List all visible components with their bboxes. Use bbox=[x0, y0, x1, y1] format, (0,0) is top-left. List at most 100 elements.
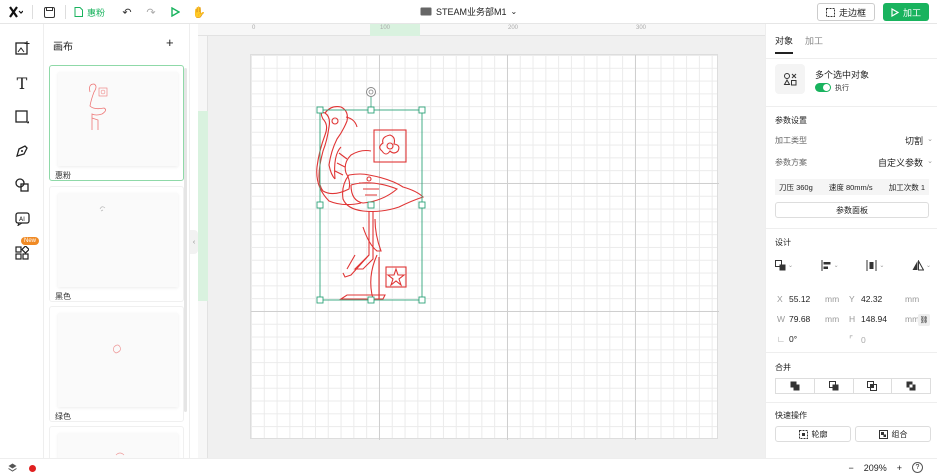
h-value[interactable]: 148.94 bbox=[861, 314, 905, 324]
resize-handle[interactable] bbox=[418, 201, 426, 209]
layers-stack-icon[interactable] bbox=[8, 463, 17, 474]
union-button[interactable] bbox=[775, 378, 815, 394]
param-panel-button[interactable]: 参数面板 bbox=[775, 202, 929, 218]
image-tool-icon[interactable] bbox=[13, 39, 31, 57]
param-scheme-select[interactable]: 自定义参数 bbox=[878, 156, 923, 169]
w-value[interactable]: 79.68 bbox=[789, 314, 825, 324]
distribute-dropdown[interactable]: ⌄ bbox=[866, 260, 884, 271]
save-icon[interactable] bbox=[41, 4, 57, 20]
tool-rail: T AI New bbox=[0, 24, 44, 458]
undo-icon[interactable]: ↶ bbox=[119, 4, 135, 20]
group-button[interactable]: 组合 bbox=[855, 426, 931, 442]
tab-process[interactable]: 加工 bbox=[805, 34, 823, 54]
y-field[interactable]: Y 42.32 mm bbox=[849, 294, 919, 304]
app-logo-icon[interactable] bbox=[8, 4, 24, 20]
resize-handle[interactable] bbox=[316, 296, 324, 304]
h-field[interactable]: H 148.94 mm bbox=[849, 314, 919, 324]
x-value[interactable]: 55.12 bbox=[789, 294, 825, 304]
resize-handle[interactable] bbox=[316, 106, 324, 114]
layer-thumb-1[interactable]: ••• 惠粉 bbox=[49, 65, 184, 181]
help-icon[interactable]: ? bbox=[912, 462, 923, 473]
design-layer bbox=[316, 87, 426, 304]
rotation-value[interactable]: 0° bbox=[789, 334, 825, 344]
resize-handle[interactable] bbox=[316, 201, 324, 209]
process-type-label: 加工类型 bbox=[775, 136, 807, 145]
horizontal-ruler: 0 100 200 300 bbox=[198, 24, 765, 36]
arrange-dropdown[interactable]: ⌄ bbox=[775, 260, 793, 271]
resize-handle[interactable] bbox=[418, 296, 426, 304]
resize-handle[interactable] bbox=[418, 106, 426, 114]
y-value[interactable]: 42.32 bbox=[861, 294, 905, 304]
elements-tool-icon[interactable] bbox=[13, 176, 31, 194]
union-icon bbox=[790, 381, 800, 391]
rotate-handle-icon[interactable] bbox=[366, 87, 376, 97]
param-summary: 刀压 360g 速度 80mm/s 加工次数 1 bbox=[775, 179, 929, 195]
zoom-in-icon[interactable]: + bbox=[897, 463, 902, 473]
execute-toggle[interactable] bbox=[815, 83, 831, 92]
layer-label-3: 绿色 bbox=[55, 412, 71, 421]
exclude-button[interactable] bbox=[892, 378, 931, 394]
layer-thumb-2[interactable]: 黑色 bbox=[49, 186, 184, 302]
collapse-panel-handle[interactable]: ‹ bbox=[190, 230, 198, 254]
merge-buttons bbox=[775, 378, 931, 394]
ruler-tick: 100 bbox=[380, 25, 391, 31]
intersect-button[interactable] bbox=[853, 378, 893, 394]
w-field[interactable]: W 79.68 mm bbox=[777, 314, 839, 324]
lock-ratio-icon[interactable]: ⛓ bbox=[918, 314, 930, 326]
artboard[interactable] bbox=[250, 54, 719, 440]
merge-section-title: 合并 bbox=[775, 363, 791, 372]
hand-pan-icon[interactable]: ✋ bbox=[191, 4, 207, 20]
passes-value: 加工次数 1 bbox=[888, 182, 925, 192]
quick-actions: 轮廓 组合 bbox=[775, 426, 931, 442]
status-bar: − 209% + ? bbox=[0, 458, 937, 476]
layer-thumb-3[interactable]: 绿色 bbox=[49, 306, 184, 422]
resize-handle[interactable] bbox=[367, 296, 375, 304]
layers-title: 画布 bbox=[53, 42, 73, 53]
quick-section-title: 快速操作 bbox=[775, 411, 807, 420]
zoom-level[interactable]: 209% bbox=[864, 463, 887, 473]
apps-grid-icon[interactable] bbox=[13, 244, 31, 262]
file-name-tab[interactable]: 惠粉 bbox=[74, 6, 105, 19]
layers-scrollbar[interactable] bbox=[184, 68, 187, 412]
x-field[interactable]: X 55.12 mm bbox=[777, 294, 839, 304]
shape-tool-icon[interactable] bbox=[13, 108, 31, 126]
canvas-area[interactable]: 0 100 200 300 bbox=[198, 24, 765, 458]
text-tool-icon[interactable]: T bbox=[13, 74, 31, 93]
project-title-dropdown[interactable]: STEAM业务部M1 ⌄ bbox=[420, 5, 517, 18]
corner-value[interactable]: 0 bbox=[861, 335, 897, 345]
distribute-icon bbox=[866, 260, 877, 271]
subtract-button[interactable] bbox=[814, 378, 854, 394]
run-preview-icon[interactable] bbox=[167, 4, 183, 20]
device-icon bbox=[420, 7, 432, 16]
corner-radius-field[interactable]: ⌜ 0 bbox=[849, 334, 897, 345]
zoom-out-icon[interactable]: − bbox=[848, 463, 853, 473]
ruler-tick: 200 bbox=[508, 25, 519, 31]
center-handle[interactable] bbox=[367, 201, 375, 209]
process-type-select[interactable]: 切割 bbox=[905, 134, 923, 147]
flip-icon bbox=[912, 260, 924, 271]
layer-preview bbox=[58, 72, 178, 166]
trace-frame-button[interactable]: 走边框 bbox=[816, 3, 875, 21]
record-indicator-icon[interactable] bbox=[29, 465, 36, 472]
tab-object[interactable]: 对象 bbox=[775, 34, 794, 54]
redo-icon[interactable]: ↷ bbox=[143, 4, 159, 20]
toolbar-left-group: 惠粉 ↶ ↷ ✋ bbox=[8, 4, 207, 20]
ai-tool-icon[interactable]: AI bbox=[13, 210, 31, 228]
outline-button[interactable]: 轮廓 bbox=[775, 426, 851, 442]
chevron-down-icon: ⌄ bbox=[927, 136, 933, 143]
add-layer-icon[interactable]: + bbox=[166, 35, 174, 50]
align-left-dropdown[interactable]: ⌄ bbox=[821, 260, 839, 271]
selection-title: 多个选中对象 bbox=[815, 70, 870, 80]
resize-handle[interactable] bbox=[367, 106, 375, 114]
status-left bbox=[8, 463, 36, 474]
flip-dropdown[interactable]: ⌄ bbox=[912, 260, 931, 271]
layers-panel: 画布 + ••• 惠粉 黑色 绿色 bbox=[44, 24, 190, 466]
process-button[interactable]: 加工 bbox=[882, 3, 929, 21]
pen-tool-icon[interactable] bbox=[13, 142, 31, 160]
vertical-ruler bbox=[198, 36, 208, 458]
divider bbox=[766, 106, 937, 107]
process-label: 加工 bbox=[902, 7, 921, 18]
rotation-field[interactable]: ∟ 0° bbox=[777, 334, 825, 344]
group-icon bbox=[878, 429, 888, 439]
x-label: X bbox=[777, 294, 783, 304]
